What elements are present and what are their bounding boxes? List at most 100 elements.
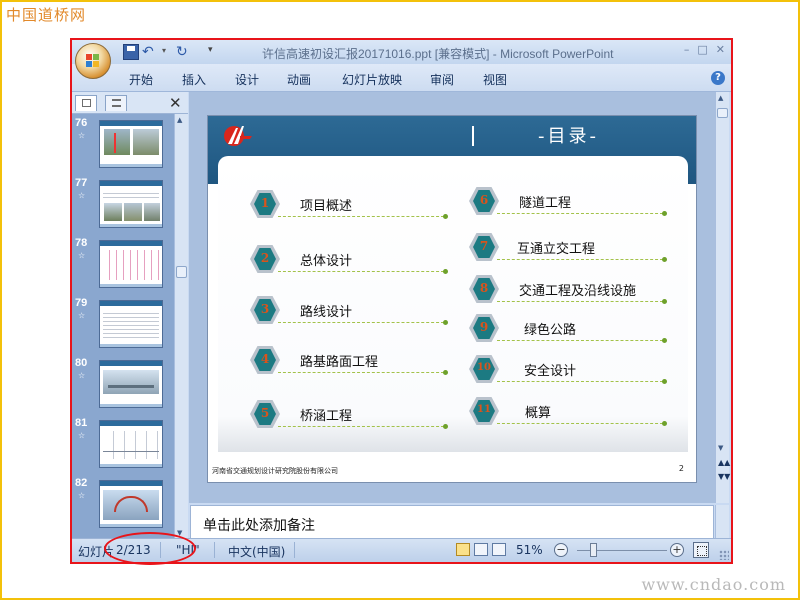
transition-star-icon: ☆ xyxy=(78,311,86,320)
toc-item-3: 3 路线设计 xyxy=(250,296,450,336)
toc-label: 路线设计 xyxy=(300,305,353,320)
customize-quick-access-icon[interactable]: ▾ xyxy=(208,45,213,55)
toc-label: 概算 xyxy=(525,406,552,421)
toc-number: 1 xyxy=(260,196,270,210)
scroll-handle[interactable] xyxy=(176,266,187,278)
slide-thumbnail-81[interactable]: 81 ☆ xyxy=(72,414,174,474)
fit-to-window-button[interactable] xyxy=(693,542,709,558)
office-button[interactable] xyxy=(75,43,111,79)
tab-animations[interactable]: 动画 xyxy=(287,71,311,88)
zoom-in-button[interactable]: + xyxy=(670,543,684,557)
normal-view-button[interactable] xyxy=(456,543,470,556)
resize-grip-icon[interactable] xyxy=(719,550,729,560)
tab-review[interactable]: 审阅 xyxy=(430,71,454,88)
toc-item-11: 11 概算 xyxy=(469,397,669,437)
powerpoint-window: ↶ ▾ ↻ ▾ 许信高速初设汇报20171016.ppt [兼容模式] - Mi… xyxy=(70,38,733,564)
hexagon-number-badge: 1 xyxy=(250,190,280,218)
undo-icon[interactable]: ↶ xyxy=(142,44,158,60)
tab-insert[interactable]: 插入 xyxy=(182,71,206,88)
slide-thumbnail-80[interactable]: 80 ☆ xyxy=(72,354,174,414)
close-panel-icon[interactable]: ✕ xyxy=(169,94,182,112)
dotted-rule xyxy=(497,259,663,260)
slide-scrollbar[interactable]: ▲ ▼ ▲▲ ▼▼ xyxy=(715,92,730,503)
slide-editing-area: -目录- 1 项目概述 2 总体设计 3 路线设计 4 路基路面工程 5 桥涵工… xyxy=(189,92,717,503)
save-icon[interactable] xyxy=(123,44,139,60)
hexagon-number-badge: 11 xyxy=(469,397,499,425)
zoom-slider-handle[interactable] xyxy=(590,543,597,557)
toc-number: 11 xyxy=(477,404,491,415)
slide-sorter-view-button[interactable] xyxy=(474,543,488,556)
slides-panel: ✕ 76 ☆ 77 ☆ 78 ☆ 79 ☆ 80 ☆ 81 ☆ 82 ☆ ▲ ▼ xyxy=(72,92,188,539)
transition-star-icon: ☆ xyxy=(78,431,86,440)
scroll-down-icon[interactable]: ▼ xyxy=(718,444,723,452)
previous-slide-icon[interactable]: ▲▲ xyxy=(718,458,730,467)
rule-end-dot xyxy=(443,370,448,375)
toc-number: 9 xyxy=(479,320,489,334)
scroll-handle[interactable] xyxy=(717,108,728,118)
hexagon-number-badge: 6 xyxy=(469,187,499,215)
company-logo-icon xyxy=(224,126,252,146)
tab-view[interactable]: 视图 xyxy=(483,71,507,88)
language-status[interactable]: 中文(中国) xyxy=(228,543,285,560)
transition-star-icon: ☆ xyxy=(78,251,86,260)
zoom-level[interactable]: 51% xyxy=(516,543,543,557)
minimize-button[interactable]: – xyxy=(684,43,690,56)
slide-thumbnail-76[interactable]: 76 ☆ xyxy=(72,114,174,174)
ribbon-tabs: 开始 插入 设计 动画 幻灯片放映 审阅 视图 ? xyxy=(72,64,731,92)
slide-number: 78 xyxy=(75,237,88,249)
tab-home[interactable]: 开始 xyxy=(129,71,153,88)
transition-star-icon: ☆ xyxy=(78,191,86,200)
hexagon-number-badge: 3 xyxy=(250,296,280,324)
slide-show-view-button[interactable] xyxy=(492,543,506,556)
toc-label: 安全设计 xyxy=(524,364,577,379)
dotted-rule xyxy=(278,426,444,427)
scroll-up-icon[interactable]: ▲ xyxy=(177,116,182,124)
toc-item-5: 5 桥涵工程 xyxy=(250,400,450,440)
hexagon-number-badge: 5 xyxy=(250,400,280,428)
toc-label: 互通立交工程 xyxy=(517,242,596,257)
toc-item-2: 2 总体设计 xyxy=(250,245,450,285)
current-slide[interactable]: -目录- 1 项目概述 2 总体设计 3 路线设计 4 路基路面工程 5 桥涵工… xyxy=(207,115,697,483)
rule-end-dot xyxy=(662,421,667,426)
toc-label: 绿色公路 xyxy=(524,323,577,338)
toc-label: 路基路面工程 xyxy=(300,355,379,370)
help-icon[interactable]: ? xyxy=(711,71,725,85)
close-button[interactable]: ✕ xyxy=(716,43,725,56)
undo-dropdown-icon[interactable]: ▾ xyxy=(162,46,166,55)
redo-icon[interactable]: ↻ xyxy=(176,44,192,60)
tab-slides[interactable] xyxy=(75,95,97,111)
toc-item-8: 8 交通工程及沿线设施 xyxy=(469,275,669,315)
slide-thumbnail-82[interactable]: 82 ☆ xyxy=(72,474,174,534)
toc-label: 总体设计 xyxy=(300,254,353,269)
slide-thumbnail-77[interactable]: 77 ☆ xyxy=(72,174,174,234)
slide-title: -目录- xyxy=(538,126,599,147)
slide-number: 77 xyxy=(75,177,88,189)
transition-star-icon: ☆ xyxy=(78,131,86,140)
tab-outline[interactable] xyxy=(105,95,127,111)
slide-thumbnail-79[interactable]: 79 ☆ xyxy=(72,294,174,354)
zoom-out-button[interactable]: − xyxy=(554,543,568,557)
tab-design[interactable]: 设计 xyxy=(235,71,259,88)
maximize-button[interactable]: □ xyxy=(697,43,707,56)
slide-number: 79 xyxy=(75,297,88,309)
watermark-bottom-right: www.cndao.com xyxy=(641,575,786,594)
window-title: 许信高速初设汇报20171016.ppt [兼容模式] - Microsoft … xyxy=(262,47,614,61)
notes-pane[interactable]: 单击此处添加备注 xyxy=(190,505,714,539)
notes-scrollbar[interactable] xyxy=(715,505,729,539)
slide-thumbnail-78[interactable]: 78 ☆ xyxy=(72,234,174,294)
slide-preview xyxy=(99,300,163,348)
slides-tab-icon xyxy=(82,99,91,107)
toc-item-9: 9 绿色公路 xyxy=(469,314,669,354)
slide-preview xyxy=(99,480,163,528)
tab-slide-show[interactable]: 幻灯片放映 xyxy=(342,71,402,88)
watermark-top-left: 中国道桥网 xyxy=(6,6,87,24)
toc-item-1: 1 项目概述 xyxy=(250,190,450,230)
toc-label: 桥涵工程 xyxy=(300,409,353,424)
toc-number: 8 xyxy=(479,281,489,295)
slide-number: 81 xyxy=(75,417,88,429)
thumbnail-scrollbar[interactable]: ▲ ▼ xyxy=(174,114,188,539)
slide-number: 82 xyxy=(75,477,88,489)
toc-item-10: 10 安全设计 xyxy=(469,355,669,395)
next-slide-icon[interactable]: ▼▼ xyxy=(718,472,730,481)
scroll-up-icon[interactable]: ▲ xyxy=(718,94,723,102)
